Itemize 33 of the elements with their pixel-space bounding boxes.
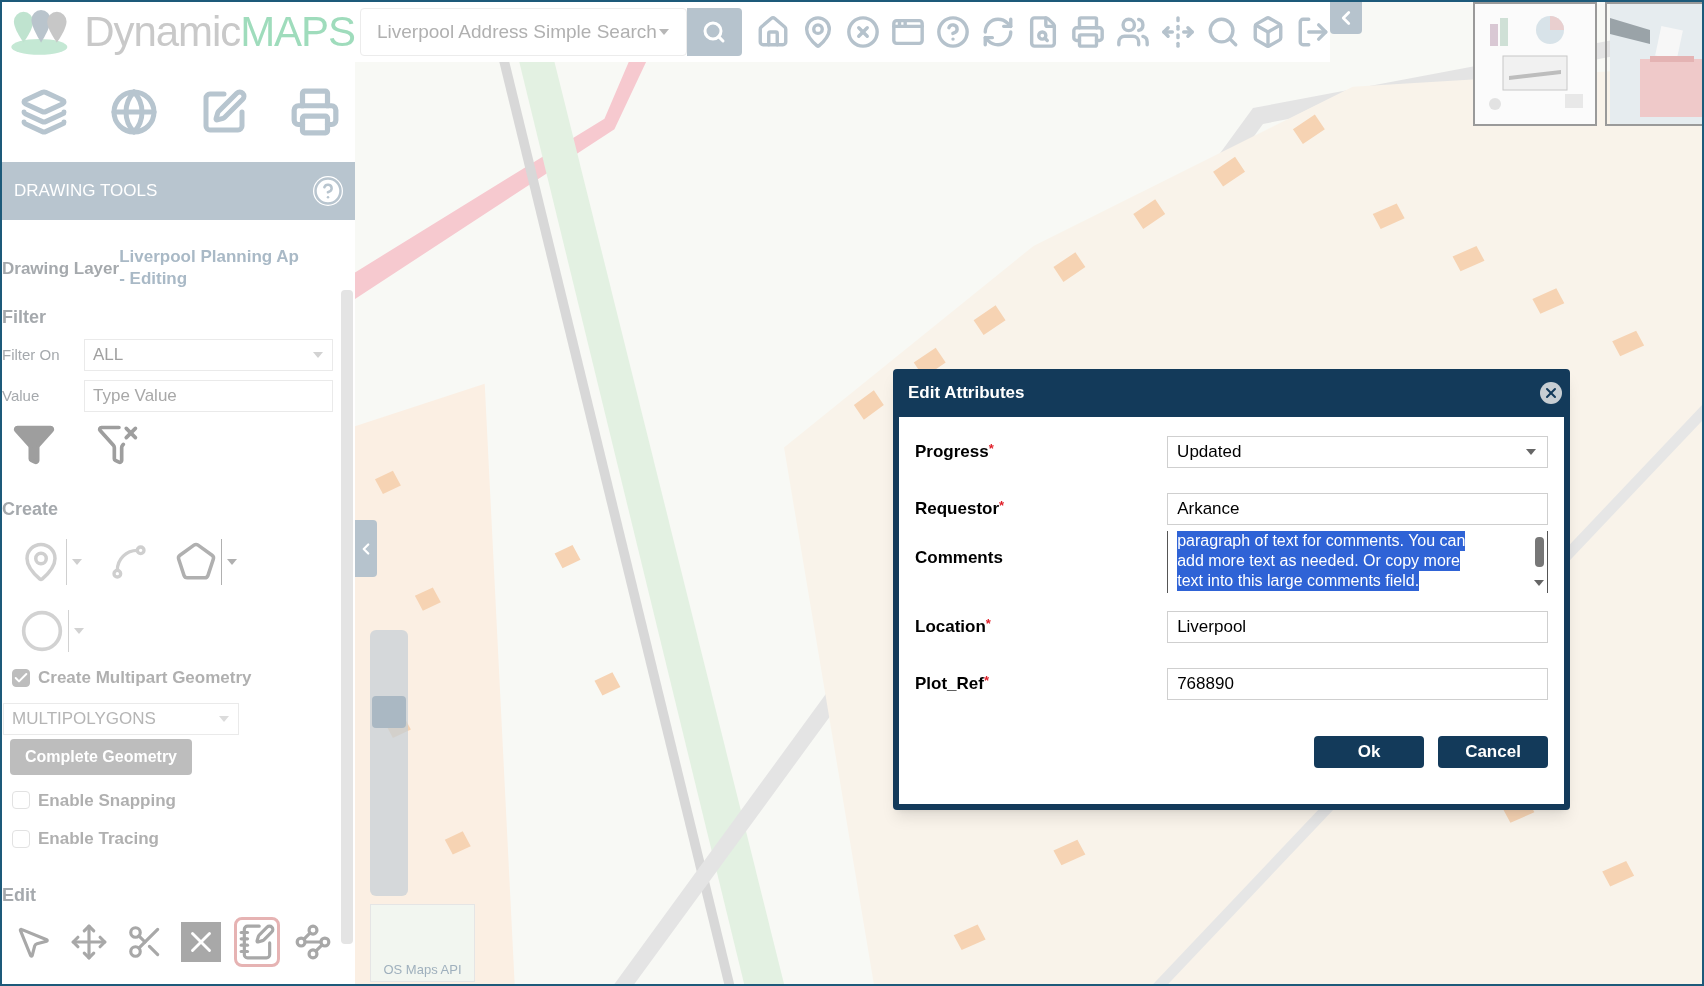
reshape-icon [294, 922, 332, 961]
panel-scrollbar[interactable] [341, 290, 353, 944]
drawing-layer-name: Liverpool Planning Ap [119, 246, 299, 267]
create-heading: Create [2, 498, 60, 521]
edit-attributes-icon [238, 922, 276, 961]
panel-title: DRAWING TOOLS [14, 180, 158, 203]
edit-attributes-button[interactable] [234, 916, 280, 967]
option-label: Enable Snapping [38, 789, 176, 812]
drawing-layer-label: Drawing Layer [2, 259, 120, 280]
circle-options-caret-icon [73, 627, 85, 635]
move-icon [70, 922, 108, 961]
layers-button[interactable] [20, 88, 68, 136]
caret-icon [312, 351, 324, 359]
line-tool-button[interactable] [109, 542, 149, 582]
checkbox[interactable] [12, 791, 30, 810]
point-options-caret-icon [71, 558, 83, 566]
circle-tool-button[interactable] [20, 609, 64, 653]
value-label: Value [2, 385, 41, 406]
drawing-layer-name: - Editing [119, 268, 189, 290]
globe-button[interactable] [110, 88, 158, 136]
help-icon[interactable] [313, 176, 343, 206]
value-field[interactable]: Type Value [84, 380, 333, 412]
option-label: Enable Tracing [38, 828, 159, 850]
option-label: Create Multipart Geometry [38, 667, 252, 689]
polygon-tool-button[interactable] [175, 541, 217, 583]
print-button[interactable] [290, 87, 340, 137]
caret-icon [218, 714, 230, 723]
filter-on-label: Filter On [2, 344, 61, 365]
edit-heading: Edit [2, 883, 37, 907]
filter-heading: Filter [2, 306, 47, 329]
polygon-options-caret-icon [226, 558, 238, 566]
checkbox[interactable] [12, 829, 30, 848]
checkbox[interactable] [12, 668, 30, 687]
